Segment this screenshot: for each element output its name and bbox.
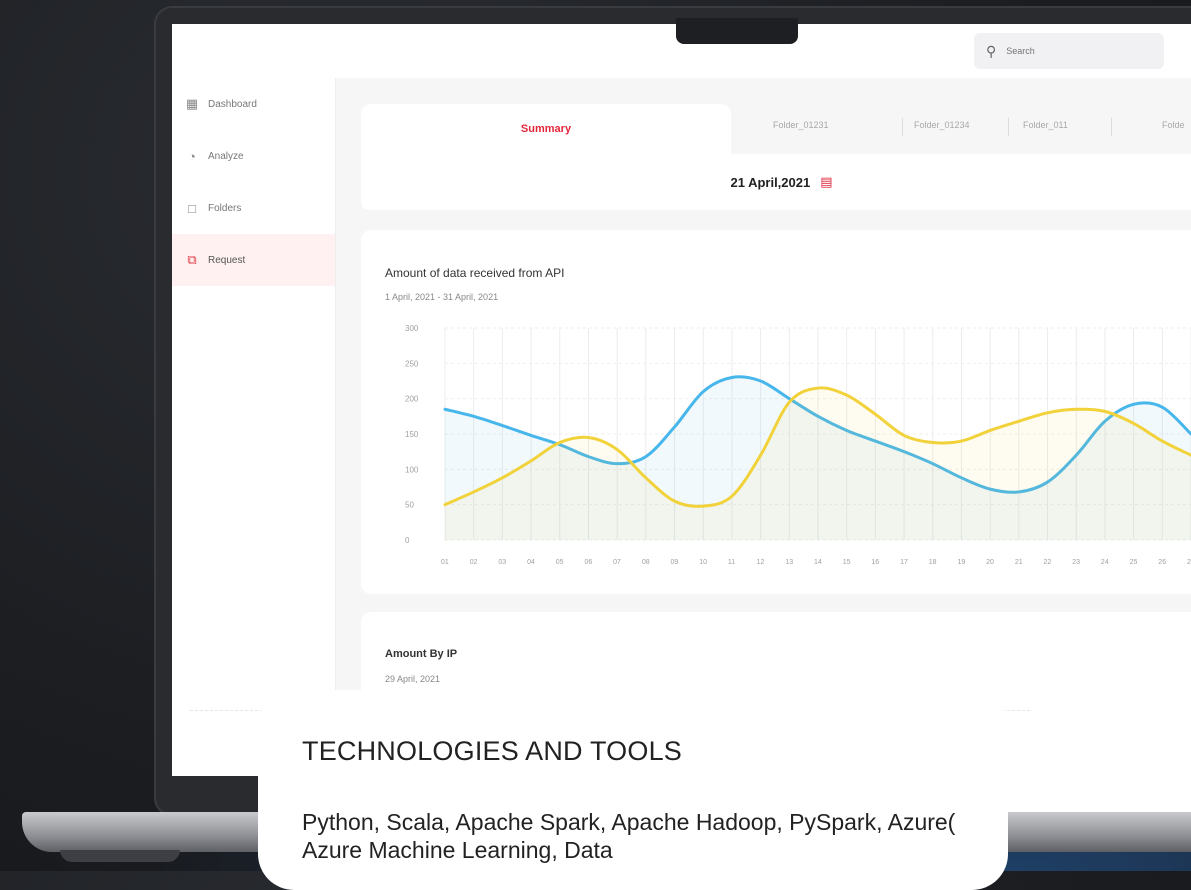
- sidebar-item-dashboard[interactable]: ▦ Dashboard: [172, 78, 335, 130]
- y-tick-label: 150: [405, 430, 419, 439]
- x-tick-label: 15: [843, 559, 851, 566]
- y-tick-label: 300: [405, 324, 419, 333]
- sidebar-item-analyze[interactable]: ◔ Analyze: [172, 130, 335, 182]
- x-tick-label: 09: [671, 559, 679, 566]
- tab-separator: [1008, 118, 1009, 136]
- dashboard-icon: ▦: [185, 96, 199, 111]
- x-tick-label: 10: [699, 559, 707, 566]
- line-chart: 0 50 100 150 200 250 300 01 02 03 04 05 06 07 08 09 10 11…: [405, 324, 1191, 566]
- request-icon: ⧉: [187, 252, 197, 267]
- ip-card-subtitle: 29 April, 2021: [385, 674, 441, 684]
- sidebar-item-label: Folders: [208, 202, 242, 214]
- sidebar-item-label: Analyze: [208, 150, 244, 162]
- x-tick-label: 26: [1158, 559, 1166, 566]
- x-tick-label: 07: [613, 559, 621, 566]
- x-tick-label: 24: [1101, 559, 1109, 566]
- tab-folder-2[interactable]: Folder_01234: [914, 120, 970, 130]
- tab-separator: [902, 118, 903, 136]
- api-data-card: Amount of data received from API 1 April…: [361, 230, 1191, 594]
- y-tick-label: 50: [405, 501, 414, 510]
- search-input[interactable]: [1004, 45, 1139, 57]
- sidebar-item-label: Request: [208, 254, 246, 266]
- x-tick-label: 06: [584, 559, 592, 566]
- camera-notch: [676, 18, 798, 44]
- x-tick-label: 23: [1072, 559, 1080, 566]
- x-tick-label: 25: [1130, 559, 1138, 566]
- tab-strip: Summary Folder_01231 Folder_01234 Folder…: [361, 104, 1191, 154]
- x-tick-label: 05: [556, 559, 564, 566]
- y-tick-label: 200: [405, 395, 419, 404]
- ip-card-title: Amount By IP: [385, 648, 458, 660]
- x-tick-label: 21: [1015, 559, 1023, 566]
- date-bar: 21 April,2021 ▤: [361, 154, 1191, 210]
- x-tick-label: 13: [785, 559, 793, 566]
- folder-icon: □: [188, 200, 196, 216]
- laptop-foot: [60, 850, 180, 862]
- technologies-card: TECHNOLOGIES AND TOOLS Python, Scala, Ap…: [258, 690, 1008, 890]
- x-tick-label: 18: [929, 559, 937, 566]
- calendar-icon[interactable]: ▤: [820, 174, 832, 190]
- x-tick-label: 22: [1044, 559, 1052, 566]
- tab-folder-3[interactable]: Folder_011: [1023, 120, 1068, 130]
- technologies-title: TECHNOLOGIES AND TOOLS: [302, 736, 683, 766]
- main-content: Summary Folder_01231 Folder_01234 Folder…: [361, 104, 1191, 812]
- selected-date: 21 April,2021: [730, 174, 811, 190]
- tab-folder-1[interactable]: Folder_01231: [773, 120, 829, 130]
- x-tick-label: 03: [498, 559, 506, 566]
- tab-separator: [1111, 118, 1112, 136]
- tab-folder-4[interactable]: Folde: [1162, 120, 1185, 130]
- x-tick-label: 19: [957, 559, 965, 566]
- analyze-icon: ◔: [188, 148, 196, 164]
- x-tick-label: 16: [871, 559, 879, 566]
- x-tick-label: 08: [642, 559, 650, 566]
- x-tick-label: 20: [986, 559, 994, 566]
- technologies-list: Python, Scala, Apache Spark, Apache Hado…: [302, 809, 956, 863]
- y-tick-label: 100: [405, 465, 419, 474]
- search-box[interactable]: ⚲: [974, 33, 1164, 69]
- sidebar: ▦ Dashboard ◔ Analyze □ Folders ⧉ Reques…: [172, 78, 336, 776]
- y-tick-label: 250: [405, 359, 419, 368]
- sidebar-item-request[interactable]: ⧉ Request: [172, 234, 335, 286]
- search-icon: ⚲: [986, 42, 997, 59]
- sidebar-item-label: Dashboard: [208, 98, 257, 110]
- x-tick-label: 04: [527, 559, 535, 566]
- sidebar-item-folders[interactable]: □ Folders: [172, 182, 335, 234]
- x-tick-label: 01: [441, 559, 449, 566]
- x-tick-label: 17: [900, 559, 908, 566]
- x-tick-label: 12: [757, 559, 765, 566]
- x-tick-label: 02: [470, 559, 478, 566]
- x-tick-label: 11: [728, 559, 735, 566]
- tab-summary[interactable]: Summary: [361, 104, 731, 154]
- x-tick-label: 27: [1187, 559, 1191, 566]
- y-tick-label: 0: [405, 536, 410, 545]
- x-tick-label: 14: [814, 559, 822, 566]
